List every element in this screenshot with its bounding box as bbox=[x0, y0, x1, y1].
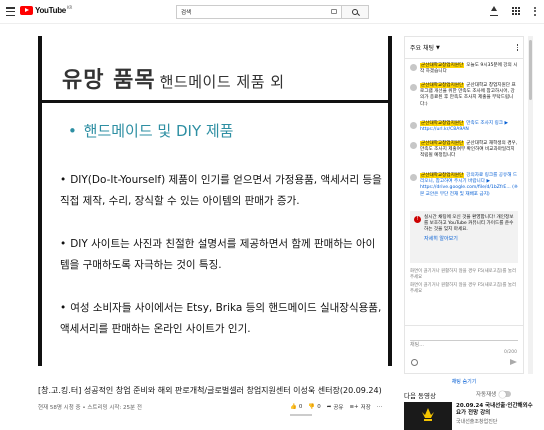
youtube-logo[interactable]: YouTube KR bbox=[20, 5, 72, 15]
slide-subheading: • 핸드메이드 및 DIY 제품 bbox=[68, 122, 234, 140]
chat-message: 군산대학교창업지원단 만족도 조사지 링크 ▶ https://url.kr/C8… bbox=[410, 121, 518, 133]
header-actions bbox=[490, 6, 536, 16]
more-actions-button[interactable]: ⋯ bbox=[377, 404, 383, 410]
chat-message: 군산대학교창업지원단 오늘도 9시35분에 강의 시작 하겠습니다 bbox=[410, 63, 518, 75]
chat-mode-select[interactable]: 주요 채팅 bbox=[410, 43, 434, 52]
play-logo-icon bbox=[20, 6, 33, 15]
slide-divider bbox=[42, 100, 388, 103]
scrollbar-thumb[interactable] bbox=[529, 40, 532, 100]
apps-grid-icon[interactable] bbox=[512, 7, 520, 15]
chat-header: 주요 채팅 ▼ bbox=[405, 37, 523, 59]
char-counter: 0/200 bbox=[504, 350, 517, 355]
crown-icon bbox=[422, 408, 434, 422]
next-video-title[interactable]: 20.09.24 국내선출·인간해외수요가 전망 강의 bbox=[456, 403, 536, 417]
search-input[interactable] bbox=[176, 5, 341, 19]
next-video-channel: 국내선출조창업진단 bbox=[456, 419, 498, 425]
avatar bbox=[410, 84, 417, 91]
chat-notice: 화면이 끊기거나 원활하지 않을 경우 F5(새로고침)를 눌러주세요 bbox=[410, 283, 516, 294]
menu-icon[interactable] bbox=[6, 7, 15, 16]
more-horiz-icon: ⋯ bbox=[376, 404, 383, 410]
chat-message: 군산대학교창업지원단 강의자료 링크를 공유해 드리오니, 참고하여 주시기 바랍… bbox=[410, 173, 518, 198]
send-icon[interactable] bbox=[510, 359, 517, 365]
avatar bbox=[410, 64, 417, 71]
slide-paragraph: • DIY(Do-It-Yourself) 제품이 인기를 얻으면서 가정용품, … bbox=[60, 174, 382, 207]
masthead: YouTube KR bbox=[0, 0, 544, 24]
search-bar bbox=[176, 5, 369, 19]
like-button[interactable]: 👍 0 bbox=[290, 404, 302, 410]
autoplay-toggle[interactable]: 자동재생 bbox=[476, 390, 512, 398]
like-ratio-bar bbox=[290, 414, 312, 416]
chat-message: 군산대학교창업지원단 군산대학교 창업지원단 프로그램 개선을 위한 만족도 조사… bbox=[410, 83, 518, 108]
save-button[interactable]: ≡+ 저장 bbox=[349, 403, 370, 411]
more-vert-icon[interactable] bbox=[534, 6, 536, 16]
chat-input-area: 채팅... 0/200 bbox=[405, 325, 523, 373]
slide-title: 유망 품목 핸드메이드 제품 외 bbox=[62, 68, 285, 93]
chat-welcome-notice: ! 실시간 채팅에 오신 것을 환영합니다! 개인정보를 보호하고 YouTub… bbox=[410, 211, 518, 263]
avatar bbox=[410, 122, 417, 129]
avatar bbox=[410, 142, 417, 149]
live-chat: 주요 채팅 ▼ 군산대학교창업지원단 오늘도 9시35분에 강의 시작 하겠습니다… bbox=[404, 36, 524, 374]
slide-paragraph: • 여성 소비자들 사이에서는 Etsy, Brika 등의 핸드메이드 실내장식… bbox=[60, 302, 382, 335]
video-actions: 👍 0 👎 0 ➦ 공유 ≡+ 저장 ⋯ bbox=[290, 403, 382, 411]
learn-more-link[interactable]: 자세히 알아보기 bbox=[424, 236, 514, 242]
up-next-heading: 다음 동영상 bbox=[404, 392, 436, 400]
avatar bbox=[410, 174, 417, 181]
upload-icon[interactable] bbox=[490, 6, 498, 16]
video-player[interactable]: 유망 품목 핸드메이드 제품 외 • 핸드메이드 및 DIY 제품 • DIY(Do… bbox=[38, 36, 392, 366]
slide-paragraph: • DIY 사이트는 사진과 친절한 설명서를 제공하면서 함께 판매하는 아이템… bbox=[60, 238, 376, 271]
emoji-icon[interactable] bbox=[411, 359, 418, 366]
video-title: [창.고.킹.터] 성공적인 창업 준비와 해외 판로개척/글로벌셀러 창업지원… bbox=[38, 386, 382, 395]
playlist-add-icon: ≡+ bbox=[349, 404, 359, 410]
thumb-down-icon: 👎 bbox=[308, 404, 316, 410]
next-video-thumbnail[interactable] bbox=[404, 402, 452, 430]
share-button[interactable]: ➦ 공유 bbox=[327, 403, 344, 411]
search-icon bbox=[352, 9, 358, 15]
chat-notice: 화면이 끊기거나 원활하지 않을 경우 F5(새로고침)를 눌러주세요 bbox=[410, 269, 516, 280]
share-icon: ➦ bbox=[326, 404, 332, 410]
info-icon: ! bbox=[414, 216, 421, 223]
toggle-switch[interactable] bbox=[499, 390, 512, 398]
search-button[interactable] bbox=[341, 5, 369, 19]
input-underline bbox=[410, 340, 518, 341]
thumb-up-icon: 👍 bbox=[290, 404, 297, 410]
hide-chat-button[interactable]: 채팅 숨기기 bbox=[404, 378, 524, 385]
chevron-down-icon[interactable]: ▼ bbox=[436, 45, 440, 51]
keyboard-icon[interactable] bbox=[331, 9, 337, 14]
dislike-button[interactable]: 👎 0 bbox=[308, 404, 320, 410]
more-vert-icon[interactable] bbox=[516, 44, 518, 51]
chat-message: 군산대학교창업지원단 군산대학교 재학생의 경우, 만족도 조사지 제출여부 확인… bbox=[410, 141, 518, 160]
chat-input[interactable]: 채팅... bbox=[410, 342, 424, 348]
video-meta: 현재 58명 시청 중 • 스트리밍 시작: 25분 전 bbox=[38, 405, 142, 411]
